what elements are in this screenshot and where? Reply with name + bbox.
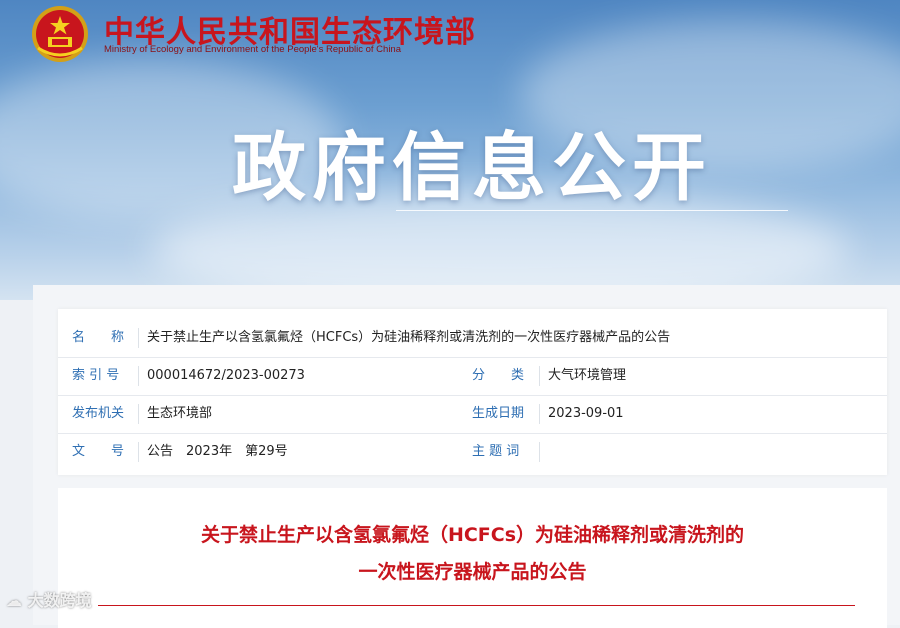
info-row-name: 名 称 关于禁止生产以含氢氯氟烃（HCFCs）为硅油稀释剂或清洗剂的一次性医疗器…: [58, 319, 887, 358]
date-label: 生成日期: [472, 406, 525, 421]
divider: [138, 366, 139, 386]
divider: [539, 366, 540, 386]
site-subtitle: Ministry of Ecology and Environment of t…: [104, 44, 402, 55]
divider: [138, 328, 139, 348]
document-title-line1: 关于禁止生产以含氢氯氟烃（HCFCs）为硅油稀释剂或清洗剂的: [200, 524, 745, 546]
index-label: 索 引 号: [72, 368, 120, 383]
divider: [138, 442, 139, 462]
document-title-line2: 一次性医疗器械产品的公告: [358, 561, 587, 583]
divider: [539, 442, 540, 462]
divider: [539, 404, 540, 424]
info-table: 名 称 关于禁止生产以含氢氯氟烃（HCFCs）为硅油稀释剂或清洗剂的一次性医疗器…: [58, 309, 887, 475]
document-body: 关于禁止生产以含氢氯氟烃（HCFCs）为硅油稀释剂或清洗剂的 一次性医疗器械产品…: [58, 488, 887, 628]
index-value: 000014672/2023-00273: [147, 368, 305, 383]
watermark: ☁ 大数跨境: [6, 587, 92, 611]
watermark-logo-icon: ☁: [6, 591, 28, 610]
category-value: 大气环境管理: [548, 368, 627, 383]
divider: [138, 404, 139, 424]
info-row-docno: 文 号 公告 2023年 第29号 主 题 词: [58, 433, 887, 471]
category-label: 分 类: [472, 368, 525, 383]
docno-label: 文 号: [72, 444, 125, 459]
info-row-index: 索 引 号 000014672/2023-00273 分 类 大气环境管理: [58, 357, 887, 396]
title-rule: [98, 605, 855, 606]
hero-title: 政府信息公开: [232, 125, 712, 211]
hero-banner: 中华人民共和国生态环境部 Ministry of Ecology and Env…: [0, 0, 900, 300]
hero-divider: [396, 210, 788, 211]
national-emblem-icon[interactable]: [30, 4, 90, 64]
date-value: 2023-09-01: [548, 406, 624, 421]
name-label: 名 称: [72, 330, 125, 345]
watermark-text: 大数跨境: [27, 591, 92, 610]
name-value: 关于禁止生产以含氢氯氟烃（HCFCs）为硅油稀释剂或清洗剂的一次性医疗器械产品的…: [147, 330, 671, 345]
info-row-issuer: 发布机关 生态环境部 生成日期 2023-09-01: [58, 395, 887, 434]
issuer-label: 发布机关: [72, 406, 125, 421]
docno-value: 公告 2023年 第29号: [147, 444, 288, 459]
subject-label: 主 题 词: [472, 444, 520, 459]
issuer-value: 生态环境部: [147, 406, 213, 421]
